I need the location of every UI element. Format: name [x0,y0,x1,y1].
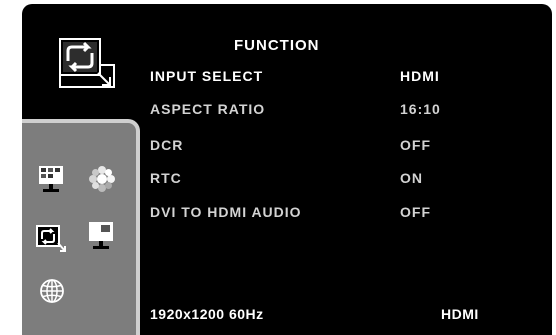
menu-item-input-select[interactable]: INPUT SELECT HDMI [150,68,530,88]
menu-item-label: ASPECT RATIO [150,101,266,117]
status-source: HDMI [441,306,479,322]
menu-item-label: DVI TO HDMI AUDIO [150,204,302,220]
function-icon [58,37,116,89]
menu-item-label: DCR [150,137,184,153]
menu-item-aspect-ratio[interactable]: ASPECT RATIO 16:10 [150,101,530,121]
sidebar [22,119,140,335]
language-globe-icon[interactable] [38,277,66,310]
picture-icon[interactable] [38,165,64,198]
menu-item-dvi-to-hdmi-audio[interactable]: DVI TO HDMI AUDIO OFF [150,204,530,224]
color-settings-icon[interactable] [88,165,116,198]
menu-title: FUNCTION [234,37,320,54]
menu-item-dcr[interactable]: DCR OFF [150,137,530,157]
osd-menu: FUNCTION INPUT SELECT HDMI ASPECT RATIO … [22,4,552,335]
menu-item-label: RTC [150,170,182,186]
pip-icon[interactable] [88,221,114,256]
menu-item-value: OFF [400,137,431,153]
function-icon[interactable] [36,225,66,258]
status-resolution: 1920x1200 60Hz [150,306,264,322]
menu-item-value: OFF [400,204,431,220]
menu-item-value: 16:10 [400,101,441,117]
menu-item-value: HDMI [400,68,440,84]
menu-item-value: ON [400,170,423,186]
menu-item-label: INPUT SELECT [150,68,264,84]
menu-item-rtc[interactable]: RTC ON [150,170,530,190]
